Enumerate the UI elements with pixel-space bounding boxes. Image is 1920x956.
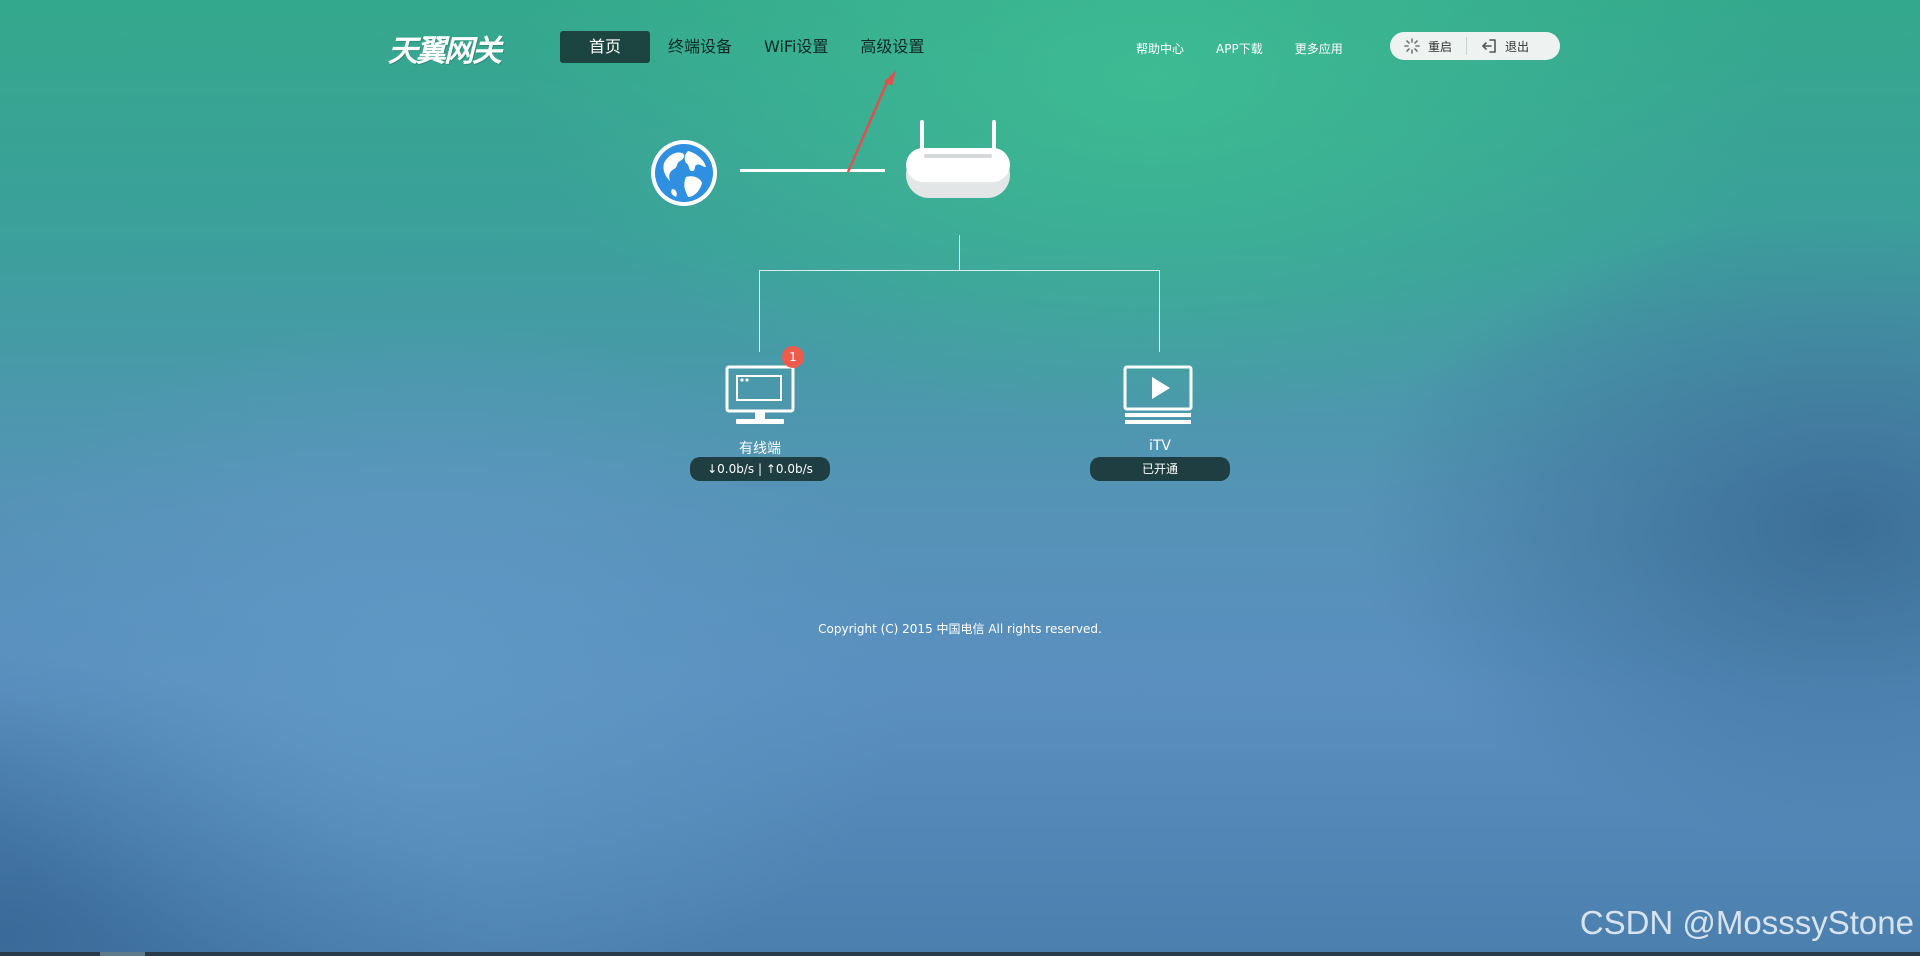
logout-button[interactable]: 退出 xyxy=(1467,32,1543,60)
logout-icon xyxy=(1482,39,1496,53)
nav-tab-wifi[interactable]: WiFi设置 xyxy=(750,31,842,63)
nav-tab-advanced[interactable]: 高级设置 xyxy=(846,31,938,63)
help-center-link[interactable]: 帮助中心 xyxy=(1136,40,1184,57)
tree-connector-left xyxy=(759,270,760,352)
internet-globe-icon xyxy=(651,140,717,206)
itv-play-icon[interactable] xyxy=(1122,364,1196,426)
annotation-arrow-icon xyxy=(846,70,896,173)
restart-icon xyxy=(1404,38,1420,54)
copyright-text: Copyright (C) 2015 中国电信 All rights reser… xyxy=(818,622,1102,636)
more-apps-link[interactable]: 更多应用 xyxy=(1295,40,1343,57)
main-nav: 首页 终端设备 WiFi设置 高级设置 xyxy=(560,31,942,63)
tree-connector-horizontal xyxy=(759,270,1160,271)
bottom-bar-accent xyxy=(100,952,145,956)
app-download-link[interactable]: APP下载 xyxy=(1216,40,1263,57)
wired-device-label: 有线端 xyxy=(739,441,781,457)
nav-tab-devices[interactable]: 终端设备 xyxy=(654,31,746,63)
itv-device-label: iTV xyxy=(1148,438,1172,454)
logout-label: 退出 xyxy=(1505,39,1530,54)
wired-device-count-badge: 1 xyxy=(782,346,804,368)
system-actions: 重启 退出 xyxy=(1390,32,1560,60)
nav-tab-home[interactable]: 首页 xyxy=(560,31,650,63)
tree-connector-top xyxy=(959,235,960,270)
restart-label: 重启 xyxy=(1428,39,1453,54)
wired-computer-icon[interactable] xyxy=(724,364,798,426)
wired-traffic-status: ↓0.0b/s | ↑0.0b/s xyxy=(690,457,830,481)
tree-connector-right xyxy=(1159,270,1160,352)
logo: 天翼网关 xyxy=(388,34,502,69)
gateway-router-icon[interactable] xyxy=(902,118,1014,202)
bottom-bar xyxy=(0,952,1920,956)
restart-button[interactable]: 重启 xyxy=(1390,32,1466,60)
itv-status: 已开通 xyxy=(1090,457,1230,481)
top-links: 帮助中心 APP下载 更多应用 xyxy=(1136,40,1375,57)
watermark: CSDN @MosssyStone xyxy=(1579,904,1914,941)
